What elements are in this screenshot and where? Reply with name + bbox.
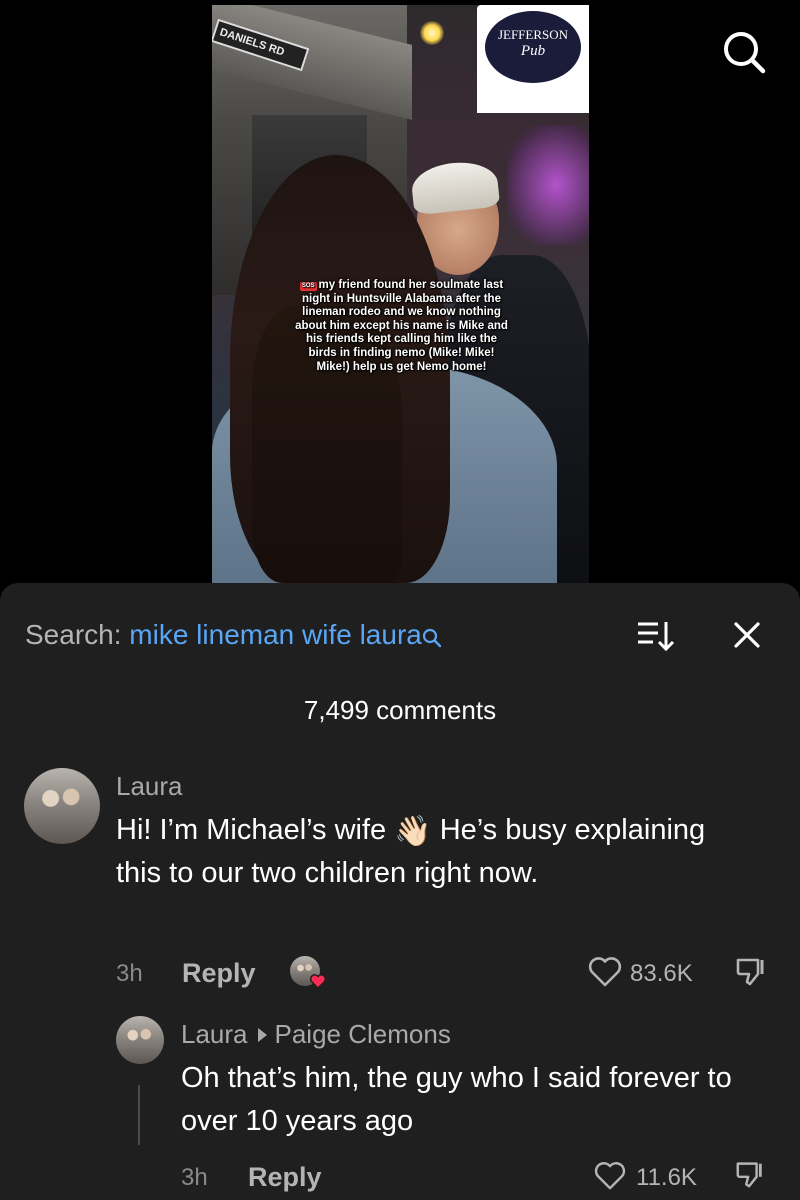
like-heart-icon[interactable] [594, 1161, 626, 1191]
reply-button[interactable]: Reply [248, 1162, 322, 1193]
comment-search-row[interactable]: Search: mike lineman wife laura [25, 615, 442, 655]
video-caption: SOS my friend found her soulmate last nig… [294, 279, 509, 374]
close-button[interactable] [730, 618, 764, 652]
search-query-link[interactable]: mike lineman wife laura [129, 619, 422, 650]
reply-to-user[interactable]: Paige Clemons [275, 1019, 451, 1049]
reply-author[interactable]: Laura [181, 1019, 248, 1049]
comment-text: Hi! I’m Michael’s wife 👋🏻 He’s busy expl… [116, 809, 756, 895]
comment-timestamp: 3h [116, 960, 143, 987]
reply-avatar[interactable] [116, 1016, 164, 1064]
search-icon [724, 32, 766, 74]
video-light [420, 21, 444, 45]
close-icon [734, 622, 760, 648]
comment-author[interactable]: Laura [116, 771, 183, 802]
thread-line [138, 1085, 140, 1145]
pub-logo: JEFFERSON Pub [485, 11, 581, 83]
video-pub-sign: JEFFERSON Pub [477, 5, 589, 113]
pub-logo-line1: JEFFERSON [497, 27, 569, 42]
like-count: 11.6K [636, 1164, 697, 1191]
comment-count: 7,499 comments [303, 695, 497, 725]
dislike-icon[interactable] [734, 1158, 766, 1190]
sort-button[interactable] [636, 619, 676, 653]
pub-logo-line2: Pub [520, 43, 546, 59]
search-label: Search: [25, 619, 122, 650]
reply-timestamp: 3h [181, 1164, 208, 1191]
reply-to-arrow-icon [257, 1028, 267, 1043]
video-player[interactable]: DANIELS RD JEFFERSON Pub SOS my friend fo… [212, 5, 589, 583]
top-search-button[interactable] [720, 28, 768, 76]
screen: DANIELS RD JEFFERSON Pub SOS my friend fo… [0, 0, 800, 1200]
like-heart-icon[interactable] [588, 956, 622, 988]
sos-badge: SOS [299, 282, 317, 291]
sort-icon [638, 622, 675, 652]
reply-button[interactable]: Reply [182, 958, 256, 989]
video-man-cap [409, 158, 501, 216]
reply-author-line: Laura Paige Clemons [181, 1019, 451, 1050]
dislike-icon[interactable] [734, 954, 768, 988]
avatar[interactable] [24, 768, 100, 844]
video-neon-light [507, 125, 589, 245]
video-caption-text: my friend found her soulmate last night … [295, 279, 508, 373]
like-count: 83.6K [630, 960, 693, 987]
creator-liked-heart-icon [310, 974, 326, 989]
reply-text: Oh that’s him, the guy who I said foreve… [181, 1062, 732, 1137]
waving-hand-emoji: 👋🏻 [394, 815, 432, 848]
comment-text-part1: Hi! I’m Michael’s wife [116, 814, 387, 846]
search-query-icon [422, 619, 442, 659]
